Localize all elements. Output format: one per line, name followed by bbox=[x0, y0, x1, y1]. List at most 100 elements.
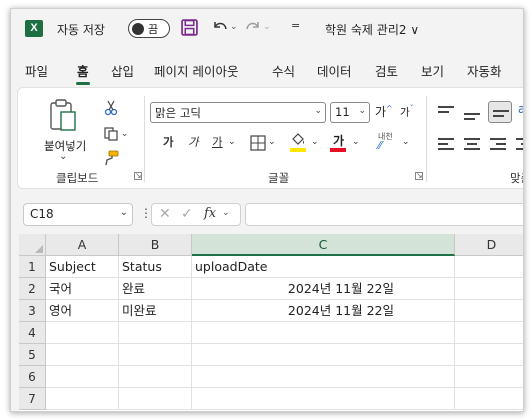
font-name-dropdown-icon[interactable]: ⌄ bbox=[314, 106, 322, 116]
font-name-combo[interactable]: 맑은 고딕 ⌄ bbox=[150, 102, 326, 123]
tab-insert[interactable]: 삽입 bbox=[111, 61, 134, 80]
copy-dropdown-icon[interactable]: ⌄ bbox=[121, 129, 129, 139]
shrink-font-button[interactable]: 가ˇ bbox=[400, 104, 414, 120]
redo-icon[interactable] bbox=[244, 18, 262, 36]
cell-d2[interactable] bbox=[455, 278, 523, 300]
format-painter-button[interactable] bbox=[100, 148, 122, 168]
cell-c1[interactable]: uploadDate bbox=[192, 256, 455, 278]
row-header-3[interactable]: 3 bbox=[19, 300, 46, 322]
align-left-icon[interactable] bbox=[438, 138, 454, 152]
cell-b1[interactable]: Status bbox=[119, 256, 192, 278]
font-size-dropdown-icon[interactable]: ⌄ bbox=[358, 106, 366, 116]
phonetic-dropdown-icon[interactable]: ⌄ bbox=[402, 137, 410, 147]
paste-button[interactable]: 붙여넣기 ⌄ bbox=[36, 96, 88, 162]
column-header-d[interactable]: D bbox=[455, 234, 523, 256]
cell-d1[interactable] bbox=[455, 256, 523, 278]
cell-c6[interactable] bbox=[192, 366, 455, 388]
clipboard-launcher-icon[interactable]: ↘ bbox=[134, 172, 142, 180]
title-bar: X 자동 저장 끔 ⌄ ⌄ = 학원 숙제 관리2 ∨ bbox=[11, 9, 523, 47]
cell-a6[interactable] bbox=[46, 366, 119, 388]
italic-button[interactable]: 가 bbox=[188, 134, 199, 150]
orientation-icon[interactable]: ab bbox=[518, 102, 523, 116]
tab-formulas[interactable]: 수식 bbox=[272, 61, 295, 80]
borders-dropdown-icon[interactable]: ⌄ bbox=[268, 137, 276, 147]
cell-a4[interactable] bbox=[46, 322, 119, 344]
cell-d6[interactable] bbox=[455, 366, 523, 388]
customize-toolbar-icon[interactable]: = bbox=[291, 19, 300, 32]
tab-file[interactable]: 파일 bbox=[25, 61, 48, 80]
align-center-icon[interactable] bbox=[464, 138, 480, 152]
fill-color-button[interactable] bbox=[290, 132, 308, 154]
row-header-7[interactable]: 7 bbox=[19, 388, 46, 410]
paste-dropdown-icon[interactable]: ⌄ bbox=[59, 151, 67, 162]
cell-b2[interactable]: 완료 bbox=[119, 278, 192, 300]
cell-c3[interactable]: 2024년 11월 22일 bbox=[192, 300, 455, 322]
cell-a5[interactable] bbox=[46, 344, 119, 366]
borders-icon[interactable] bbox=[250, 135, 266, 151]
grow-font-button[interactable]: 가^ bbox=[375, 103, 393, 120]
cell-d7[interactable] bbox=[455, 388, 523, 410]
redo-dropdown-icon[interactable]: ⌄ bbox=[263, 22, 271, 32]
cell-c4[interactable] bbox=[192, 322, 455, 344]
cell-b4[interactable] bbox=[119, 322, 192, 344]
cut-button[interactable] bbox=[100, 98, 122, 118]
tab-page-layout[interactable]: 페이지 레이아웃 bbox=[154, 61, 238, 80]
cell-b3[interactable]: 미완료 bbox=[119, 300, 192, 322]
insert-function-icon[interactable]: fx bbox=[204, 206, 216, 221]
underline-button[interactable]: 가 bbox=[212, 134, 223, 150]
tab-review[interactable]: 검토 bbox=[375, 61, 398, 80]
name-box[interactable]: C18 ⌄ bbox=[23, 203, 133, 226]
name-box-dropdown-icon[interactable]: ⌄ bbox=[120, 207, 128, 218]
fill-color-dropdown-icon[interactable]: ⌄ bbox=[311, 137, 319, 147]
function-dropdown-icon[interactable]: ⌄ bbox=[222, 208, 230, 218]
undo-dropdown-icon[interactable]: ⌄ bbox=[230, 22, 238, 32]
formula-input[interactable] bbox=[245, 203, 523, 226]
cell-a3[interactable]: 영어 bbox=[46, 300, 119, 322]
align-right-icon[interactable] bbox=[490, 138, 506, 152]
tab-view[interactable]: 보기 bbox=[421, 61, 444, 80]
row-header-6[interactable]: 6 bbox=[19, 366, 46, 388]
align-top-icon[interactable] bbox=[438, 106, 454, 120]
font-color-dropdown-icon[interactable]: ⌄ bbox=[352, 137, 360, 147]
select-all-button[interactable] bbox=[19, 234, 46, 256]
cell-d3[interactable] bbox=[455, 300, 523, 322]
tab-home[interactable]: 홈 bbox=[76, 61, 90, 85]
save-icon[interactable] bbox=[181, 19, 198, 36]
align-middle-icon[interactable] bbox=[464, 108, 480, 122]
underline-dropdown-icon[interactable]: ⌄ bbox=[228, 137, 236, 147]
tab-automate[interactable]: 자동화 bbox=[467, 61, 502, 80]
phonetic-button[interactable]: 내천 ⁄⁄ bbox=[378, 132, 393, 151]
tab-data[interactable]: 데이터 bbox=[317, 61, 352, 80]
cell-d4[interactable] bbox=[455, 322, 523, 344]
font-size-combo[interactable]: 11 ⌄ bbox=[330, 102, 370, 123]
cell-b5[interactable] bbox=[119, 344, 192, 366]
worksheet-grid[interactable]: A B C D 1 2 3 4 5 6 7 Subject Status upl… bbox=[19, 234, 523, 411]
decrease-indent-icon[interactable] bbox=[516, 138, 523, 152]
row-header-5[interactable]: 5 bbox=[19, 344, 46, 366]
column-header-c[interactable]: C bbox=[192, 234, 455, 256]
font-launcher-icon[interactable]: ↘ bbox=[415, 172, 423, 180]
cell-d5[interactable] bbox=[455, 344, 523, 366]
copy-button[interactable]: ⌄ bbox=[100, 124, 132, 144]
undo-icon[interactable] bbox=[211, 18, 229, 36]
cell-a2[interactable]: 국어 bbox=[46, 278, 119, 300]
font-color-button[interactable]: 가 bbox=[330, 132, 348, 154]
cancel-icon[interactable]: ✕ bbox=[159, 206, 171, 222]
column-header-b[interactable]: B bbox=[119, 234, 192, 256]
cell-c5[interactable] bbox=[192, 344, 455, 366]
bold-button[interactable]: 가 bbox=[163, 134, 174, 150]
document-title[interactable]: 학원 숙제 관리2 ∨ bbox=[325, 21, 419, 38]
enter-icon[interactable]: ✓ bbox=[181, 206, 193, 222]
cell-a7[interactable] bbox=[46, 388, 119, 410]
column-header-a[interactable]: A bbox=[46, 234, 119, 256]
row-header-4[interactable]: 4 bbox=[19, 322, 46, 344]
cell-c2[interactable]: 2024년 11월 22일 bbox=[192, 278, 455, 300]
cell-c7[interactable] bbox=[192, 388, 455, 410]
autosave-toggle[interactable]: 끔 bbox=[128, 19, 170, 38]
row-header-2[interactable]: 2 bbox=[19, 278, 46, 300]
cell-b6[interactable] bbox=[119, 366, 192, 388]
row-header-1[interactable]: 1 bbox=[19, 256, 46, 278]
cell-a1[interactable]: Subject bbox=[46, 256, 119, 278]
cell-b7[interactable] bbox=[119, 388, 192, 410]
align-bottom-button[interactable] bbox=[488, 101, 512, 123]
